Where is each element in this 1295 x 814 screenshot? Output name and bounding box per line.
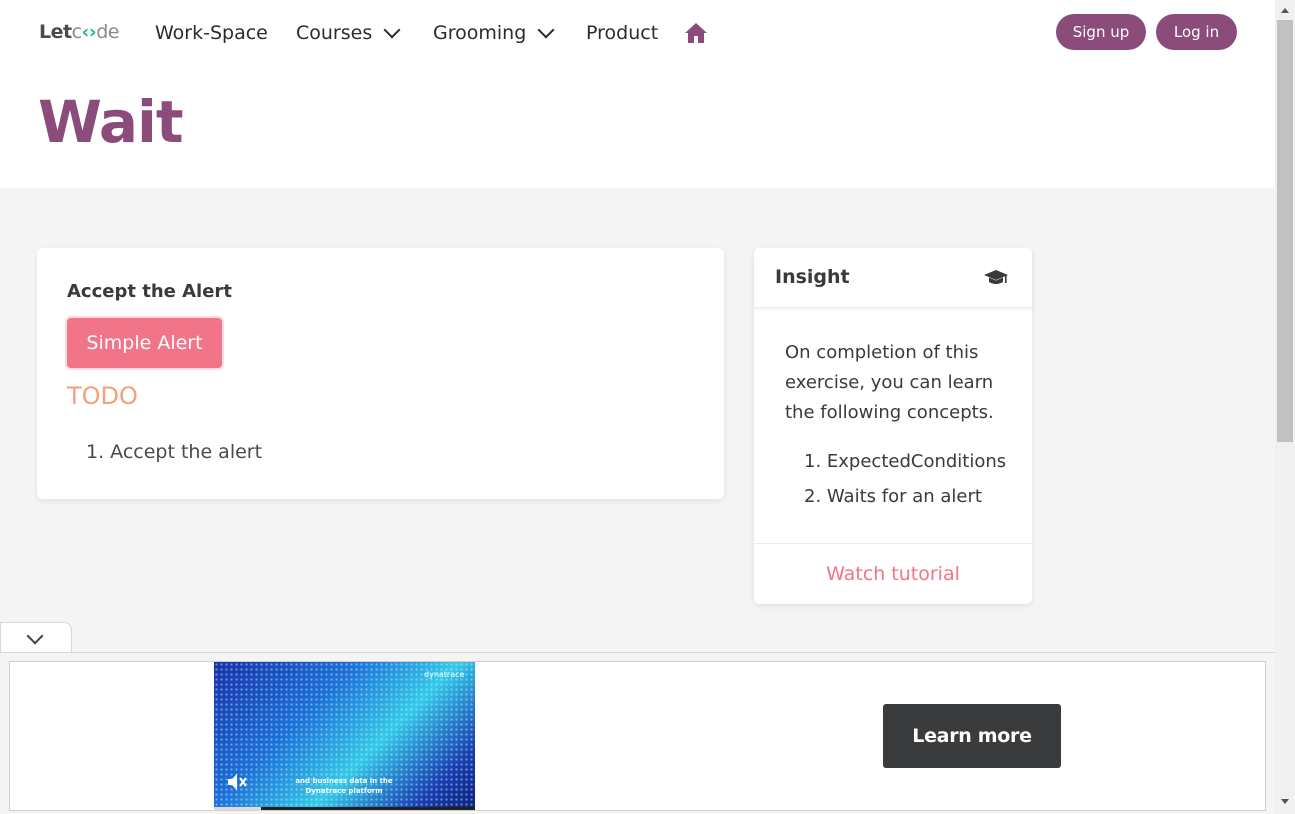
graduation-cap-icon — [984, 270, 1008, 284]
ad-container: dynatrace and business data in the Dynat… — [9, 661, 1266, 811]
logo-text: Let — [39, 21, 72, 43]
insight-card: Insight On completion of this exercise, … — [754, 248, 1032, 604]
nav-label: Courses — [296, 22, 373, 44]
nav-label: Grooming — [433, 22, 527, 44]
sign-up-button[interactable]: Sign up — [1056, 14, 1146, 50]
simple-alert-button[interactable]: Simple Alert — [67, 318, 222, 368]
log-in-button[interactable]: Log in — [1156, 14, 1237, 50]
ad-banner: dynatrace and business data in the Dynat… — [0, 652, 1275, 814]
ad-caption: and business data in the Dynatrace platf… — [295, 777, 393, 795]
muted-speaker-icon[interactable] — [226, 772, 248, 792]
ad-collapse-tab[interactable] — [0, 622, 72, 654]
todo-list: 1. Accept the alert — [86, 441, 262, 463]
chevron-down-icon — [26, 627, 44, 645]
exercise-label: Accept the Alert — [67, 281, 232, 302]
page-title: Wait — [38, 88, 184, 156]
list-item: 2. Waits for an alert — [804, 486, 982, 507]
nav-courses[interactable]: Courses — [296, 20, 401, 46]
nav-product[interactable]: Product — [586, 20, 658, 46]
chevron-down-icon — [383, 21, 401, 39]
nav-label: Work-Space — [155, 22, 268, 44]
watch-tutorial-link[interactable]: Watch tutorial — [754, 543, 1032, 604]
insight-title: Insight — [775, 266, 850, 288]
list-item: 1. Accept the alert — [86, 441, 263, 463]
exercise-card: Accept the Alert Simple Alert TODO 1. Ac… — [37, 248, 724, 499]
header: Letc‹›de Work-Space Courses Grooming Pro… — [0, 0, 1275, 188]
logo-bracket-icon: ‹› — [81, 21, 97, 43]
list-item: 1. ExpectedConditions — [804, 451, 1007, 472]
todo-heading: TODO — [67, 382, 138, 410]
nav-grooming[interactable]: Grooming — [433, 20, 555, 46]
ad-progress-fill — [214, 807, 261, 810]
concept-list: 1. ExpectedConditions 2. Waits for an al… — [804, 448, 1006, 518]
logo-text-de: de — [96, 21, 119, 43]
logo[interactable]: Letc‹›de — [39, 21, 119, 43]
home-icon[interactable] — [684, 22, 708, 44]
scroll-up-icon[interactable] — [1281, 8, 1289, 13]
ad-brand: dynatrace — [424, 670, 465, 679]
insight-description: On completion of this exercise, you can … — [785, 342, 994, 423]
logo-text-c: c — [71, 21, 82, 43]
scroll-down-icon[interactable] — [1281, 799, 1289, 804]
scrollbar-thumb[interactable] — [1277, 20, 1293, 442]
insight-header: Insight — [754, 248, 1032, 308]
nav-label: Product — [586, 22, 659, 44]
ad-video[interactable]: dynatrace and business data in the Dynat… — [214, 662, 475, 810]
ad-progress-bar — [214, 807, 475, 810]
scrollbar[interactable] — [1275, 0, 1295, 814]
chevron-down-icon — [537, 21, 555, 39]
learn-more-button[interactable]: Learn more — [883, 704, 1061, 768]
nav-work-space[interactable]: Work-Space — [155, 20, 268, 46]
